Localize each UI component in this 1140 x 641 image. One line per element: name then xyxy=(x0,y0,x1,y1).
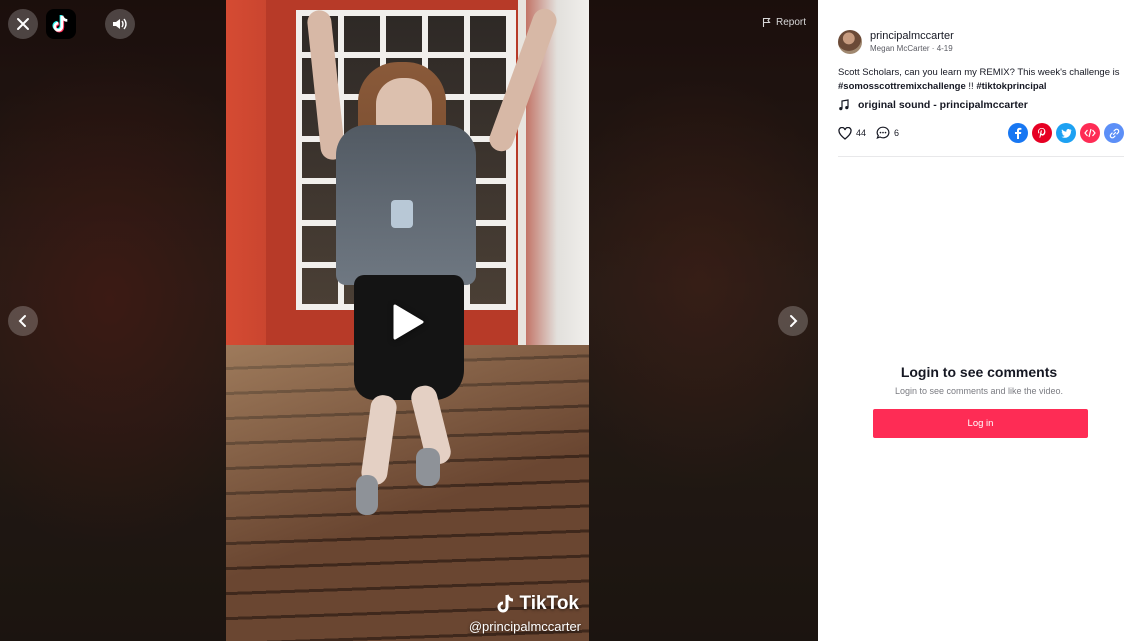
comment-count: 6 xyxy=(894,128,900,138)
report-label: Report xyxy=(775,17,806,28)
caption-text: Scott Scholars, can you learn my REMIX? … xyxy=(838,67,1120,78)
person-right-arm xyxy=(486,5,560,155)
sound-title: original sound - principalmccarter xyxy=(858,99,1028,111)
watermark-brand: TikTok xyxy=(519,593,579,614)
divider xyxy=(838,156,1124,157)
close-icon xyxy=(17,18,29,30)
embed-icon[interactable] xyxy=(1080,123,1100,143)
engagement-stats: 44 6 xyxy=(838,126,899,140)
close-button[interactable] xyxy=(8,9,38,39)
volume-button[interactable] xyxy=(105,9,135,39)
caption-exclaim: !! xyxy=(968,81,974,92)
link-icon[interactable] xyxy=(1104,123,1124,143)
hashtag-link[interactable]: #tiktokprincipal xyxy=(976,81,1046,92)
twitter-icon[interactable] xyxy=(1056,123,1076,143)
author-info[interactable]: principalmccarter Megan McCarter · 4-19 xyxy=(838,30,954,54)
tiktok-logo-icon xyxy=(52,15,68,33)
login-button[interactable]: Log in xyxy=(873,409,1088,438)
person-right-shoe xyxy=(416,448,440,486)
next-video-button[interactable] xyxy=(778,306,808,336)
watermark-username: @principalmccarter xyxy=(468,619,581,634)
details-panel: principalmccarter Megan McCarter · 4-19 … xyxy=(818,0,1140,641)
person-shirt-logo xyxy=(391,200,413,228)
sound-link[interactable]: original sound - principalmccarter xyxy=(838,99,1028,111)
play-icon[interactable] xyxy=(386,300,430,344)
flag-icon xyxy=(762,17,771,27)
person-left-shoe xyxy=(356,475,378,515)
video-player[interactable]: TikTok @principalmccarter xyxy=(226,0,589,641)
video-stage: TikTok @principalmccarter Report xyxy=(0,0,818,641)
author-username[interactable]: principalmccarter xyxy=(870,30,954,43)
comment-stat[interactable]: 6 xyxy=(876,126,899,140)
share-buttons xyxy=(1008,123,1124,143)
facebook-icon[interactable] xyxy=(1008,123,1028,143)
author-text: principalmccarter Megan McCarter · 4-19 xyxy=(870,30,954,54)
heart-icon xyxy=(838,126,852,140)
post-date: 4-19 xyxy=(936,44,953,53)
person-left-leg xyxy=(359,393,399,487)
comments-login-subtitle: Login to see comments and like the video… xyxy=(894,386,1064,396)
comment-icon xyxy=(876,126,890,140)
volume-icon xyxy=(113,18,127,30)
author-separator: · xyxy=(929,44,937,53)
author-display-name: Megan McCarter xyxy=(870,44,930,53)
previous-video-button[interactable] xyxy=(8,306,38,336)
avatar[interactable] xyxy=(838,30,862,54)
music-note-icon xyxy=(839,99,849,111)
chevron-left-icon xyxy=(18,315,26,327)
pinterest-icon[interactable] xyxy=(1032,123,1052,143)
like-count: 44 xyxy=(856,128,867,138)
tiktok-watermark: TikTok xyxy=(496,593,579,615)
comments-login-title: Login to see comments xyxy=(900,364,1058,380)
video-caption: Scott Scholars, can you learn my REMIX? … xyxy=(838,66,1128,94)
like-stat[interactable]: 44 xyxy=(838,126,867,140)
report-button[interactable]: Report xyxy=(762,17,806,28)
tiktok-note-icon xyxy=(497,594,513,613)
tiktok-logo[interactable] xyxy=(46,9,76,39)
hashtag-link[interactable]: #somosscottremixchallenge xyxy=(838,81,966,92)
chevron-right-icon xyxy=(790,315,798,327)
author-meta: Megan McCarter · 4-19 xyxy=(870,43,954,54)
